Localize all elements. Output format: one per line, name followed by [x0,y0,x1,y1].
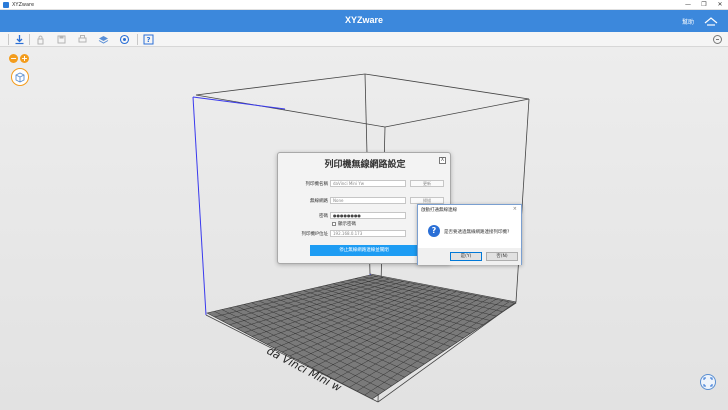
no-button[interactable]: 否(N) [486,252,518,261]
confirm-message: 是否要透過無線網路連接列印機? [444,230,510,235]
layers-icon[interactable] [98,34,109,45]
import-icon[interactable] [14,34,25,45]
wifi-settings-icon[interactable] [119,34,130,45]
ip-field[interactable]: 192.168.0.173 [330,230,406,237]
dialog-title: 列印機無線網路設定 [324,160,406,170]
window-titlebar: XYZware — ❐ ✕ [0,0,728,10]
maximize-button[interactable]: ❐ [696,0,712,10]
printer-name-row: 列印機名稱 daVinci Mini Yw 更新 [278,180,452,189]
minimize-button[interactable]: — [680,0,696,10]
window-controls: — ❐ ✕ [680,0,728,10]
cube-icon [15,72,25,83]
help-icon[interactable]: ? [143,34,154,45]
zoom-out-button[interactable]: − [9,54,18,63]
toolbar-separator [8,34,9,45]
confirm-title: 啟動打通無線連線 [421,208,457,213]
rename-button[interactable]: 更新 [410,180,444,187]
view-cube-button[interactable] [11,68,29,86]
dialog-close-button[interactable]: X [439,157,446,164]
yes-button[interactable]: 是(Y) [450,252,482,261]
password-field[interactable]: ●●●●●●●● [330,212,406,219]
reset-view-button[interactable] [700,374,716,390]
app-header: XYZware 幫助 [0,10,728,32]
confirm-footer: 是(Y) 否(N) [418,248,521,265]
app-icon [3,2,9,8]
question-icon: ? [428,225,440,237]
printer-name-field[interactable]: daVinci Mini Yw [330,180,406,187]
close-window-button[interactable]: ✕ [712,0,728,10]
zoom-in-button[interactable]: + [20,54,29,63]
password-label: 密碼 [319,214,328,219]
ip-label: 列印機IP位址 [301,232,328,237]
stop-wifi-button[interactable]: 停止無線網路連線並關閉 [310,245,418,256]
xyz-logo-icon[interactable] [704,14,718,28]
network-select[interactable]: None [330,197,406,204]
collapse-toolbar-button[interactable] [713,35,722,44]
printer-name-label: 列印機名稱 [305,182,329,187]
help-menu-link[interactable]: 幫助 [682,17,694,26]
print-icon[interactable] [77,34,88,45]
scan-button[interactable]: 掃描 [410,197,444,204]
toolbar-separator [29,34,30,45]
main-toolbar: ? [0,32,728,47]
save-icon[interactable] [56,34,67,45]
build-plate [206,274,517,400]
show-password-checkbox[interactable] [332,222,336,226]
network-label: 無線網路 [310,199,328,204]
confirm-dialog: 啟動打通無線連線 × ? 是否要透過無線網路連接列印機? 是(Y) 否(N) [417,204,522,265]
show-password-label: 顯示密碼 [338,222,356,227]
expand-icon [703,377,713,387]
confirm-close-button[interactable]: × [513,206,517,212]
lock-icon[interactable] [35,34,46,45]
toolbar-separator [137,34,138,45]
svg-text:?: ? [146,36,150,44]
confirm-body: ? 是否要透過無線網路連接列印機? [418,216,521,248]
app-name: XYZware [344,15,384,25]
window-title: XYZware [12,2,35,8]
